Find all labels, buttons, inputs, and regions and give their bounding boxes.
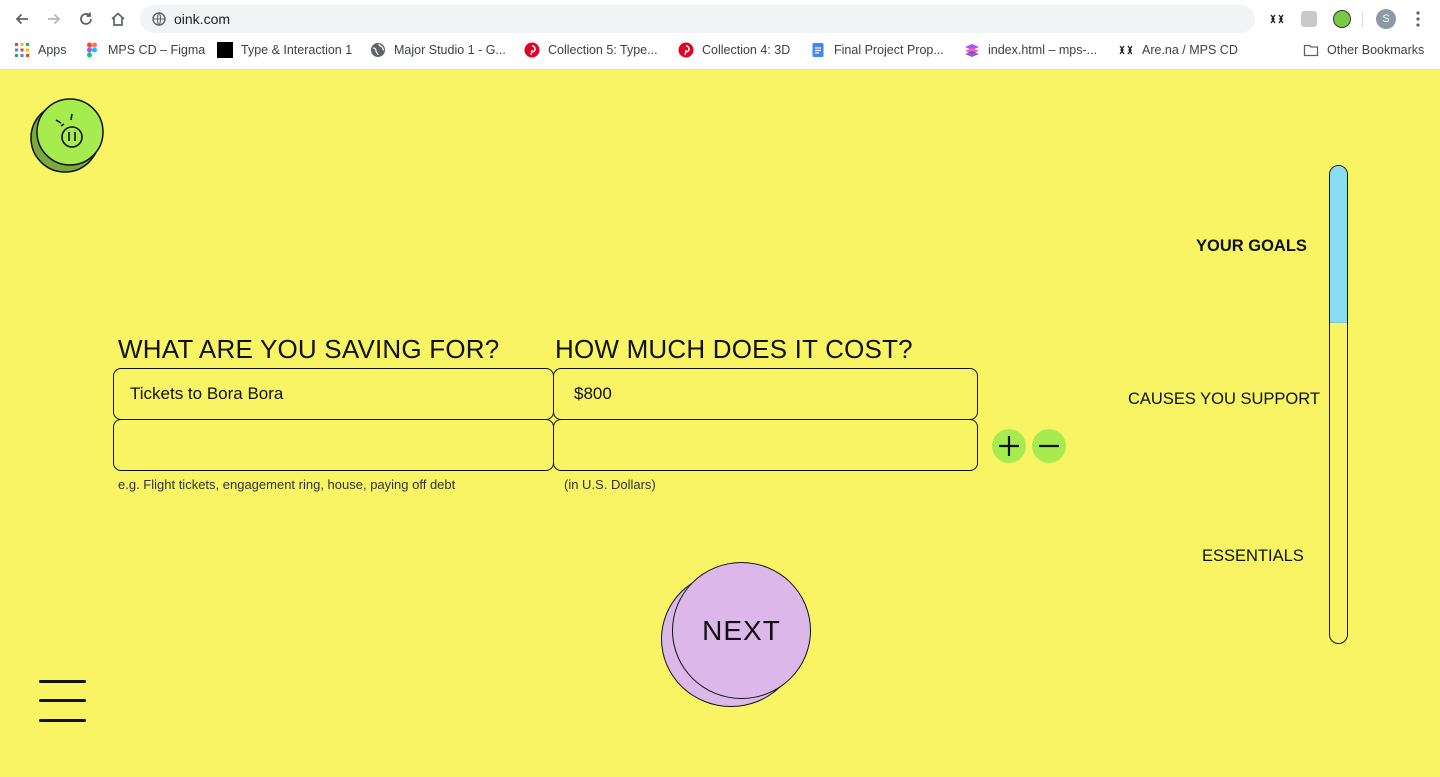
home-icon[interactable] [107,8,129,30]
cost-input-1[interactable] [553,368,978,420]
piggy-coin-icon [30,98,104,173]
arena-icon [1119,45,1133,55]
address-bar[interactable]: oink.com [140,5,1255,33]
bookmark-index-html[interactable]: index.html – mps-... [964,42,1097,58]
bookmarks-bar: Apps MPS CD – Figma Type & Interaction 1… [0,38,1440,64]
menu-button[interactable] [39,680,87,724]
profile-initial: S [1376,9,1396,29]
bookmark-collection-4[interactable]: Collection 4: 3D [678,42,790,58]
bookmark-other[interactable]: Other Bookmarks [1303,42,1424,58]
goal-input-1[interactable] [113,368,554,420]
cost-hint: (in U.S. Dollars) [564,477,656,492]
extension-icon[interactable] [1299,9,1319,29]
bookmark-label: Apps [38,43,67,57]
oink-logo[interactable] [30,97,106,173]
bookmark-arena[interactable]: Are.na / MPS CD [1118,42,1238,58]
progress-fill [1330,166,1347,324]
step-your-goals[interactable]: YOUR GOALS [1196,237,1307,256]
docs-icon [812,43,824,57]
arena-extension-icon[interactable] [1267,9,1287,29]
cost-input-2[interactable] [553,419,978,471]
back-arrow-icon[interactable] [11,8,33,30]
oink-extension-icon[interactable] [1332,9,1352,29]
plus-icon [999,436,1019,456]
bookmark-final-project[interactable]: Final Project Prop... [810,42,944,58]
pinterest-icon [524,42,540,58]
bookmark-apps[interactable]: Apps [14,42,67,58]
next-button-label: NEXT [672,562,811,699]
glitch-icon [965,44,979,57]
bookmark-type-interaction[interactable]: Type & Interaction 1 [217,42,352,58]
bookmark-label: index.html – mps-... [988,43,1098,57]
bookmark-collection-5[interactable]: Collection 5: Type... [524,42,658,58]
apps-grid-icon [15,43,29,57]
bookmark-label: Major Studio 1 - G... [394,43,506,57]
bookmark-label: Are.na / MPS CD [1142,43,1238,57]
browser-chrome: oink.com S Apps MPS CD – Figma Type & In… [0,0,1440,70]
folder-icon [1303,44,1319,57]
progress-track [1329,165,1348,644]
bookmark-major-studio[interactable]: Major Studio 1 - G... [370,42,506,58]
globe-icon [371,43,385,57]
chrome-menu-icon[interactable] [1408,9,1428,29]
reload-icon[interactable] [75,8,97,30]
forward-arrow-icon[interactable] [43,8,65,30]
add-goal-button[interactable] [992,429,1026,463]
bookmark-label: Type & Interaction 1 [241,43,353,57]
profile-avatar[interactable]: S [1376,9,1396,29]
bookmark-label: Final Project Prop... [834,43,944,57]
next-button[interactable]: NEXT [661,561,813,709]
bookmark-figma[interactable]: MPS CD – Figma [84,42,205,58]
site-info-icon[interactable] [152,12,166,26]
saving-hint: e.g. Flight tickets, engagement ring, ho… [118,477,456,492]
bookmark-label: Collection 4: 3D [702,43,791,57]
saving-for-heading: WHAT ARE YOU SAVING FOR? [118,334,500,364]
bookmark-label: Collection 5: Type... [548,43,658,57]
address-url[interactable]: oink.com [174,11,230,27]
minus-icon [1039,444,1059,448]
step-causes-you-support[interactable]: CAUSES YOU SUPPORT [1128,390,1320,409]
cost-heading: HOW MUCH DOES IT COST? [555,334,913,364]
remove-goal-button[interactable] [1032,429,1066,463]
bookmark-label: Other Bookmarks [1327,43,1425,57]
figma-icon [87,42,97,58]
pinterest-icon [678,42,694,58]
black-square-icon [217,42,233,58]
step-essentials[interactable]: ESSENTIALS [1202,547,1304,566]
bookmark-label: MPS CD – Figma [108,43,206,57]
goal-input-2[interactable] [113,419,554,471]
